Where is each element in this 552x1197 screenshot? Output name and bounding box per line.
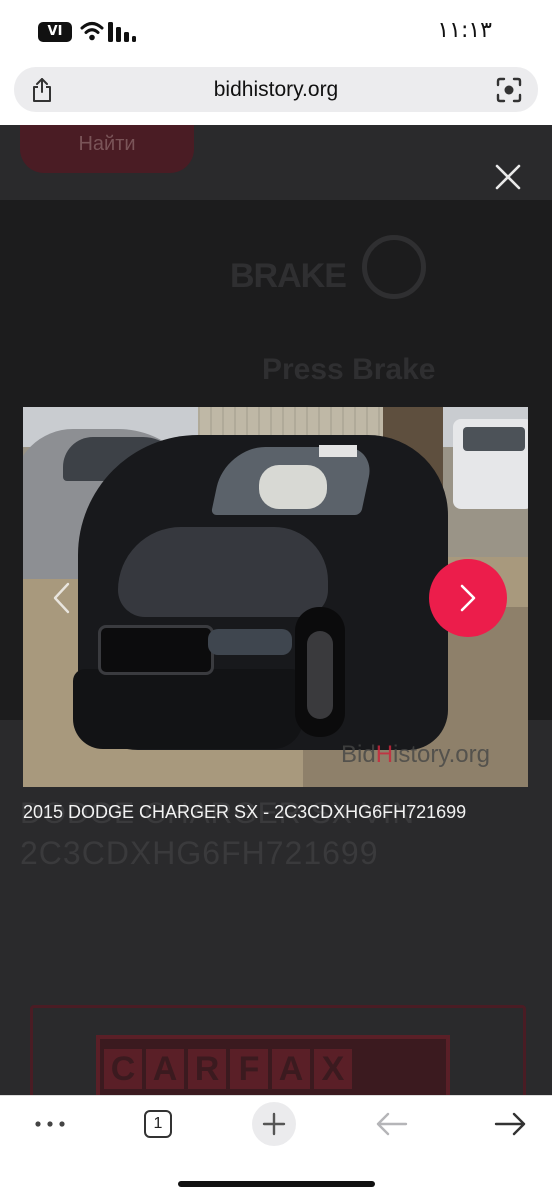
tabs-button[interactable]: 1 xyxy=(144,1110,172,1138)
forward-arrow-icon[interactable] xyxy=(492,1112,528,1136)
background-sign-circle xyxy=(362,235,426,299)
next-image-button[interactable] xyxy=(429,559,507,637)
status-bar: VI ١١:١٣ xyxy=(0,0,552,62)
photo-hood xyxy=(118,527,328,617)
photo-front-rim xyxy=(307,631,333,719)
photo-windshield-sticker xyxy=(319,445,357,457)
wifi-icon xyxy=(80,22,104,41)
carfax-letter: A xyxy=(272,1049,310,1089)
background-vin: 2C3CDXHG6FH721699 xyxy=(20,835,379,871)
back-arrow-icon[interactable] xyxy=(374,1112,410,1136)
photo-deployed-airbag xyxy=(259,465,327,509)
photo-grille xyxy=(98,625,214,675)
carfax-letter: A xyxy=(146,1049,184,1089)
address-bar[interactable]: bidhistory.org xyxy=(14,67,538,112)
previous-image-arrow-icon[interactable] xyxy=(50,581,72,615)
photo-caption: 2015 DODGE CHARGER SX - 2C3CDXHG6FH72169… xyxy=(23,802,467,822)
carfax-letter: F xyxy=(230,1049,268,1089)
watermark-suffix: istory.org xyxy=(393,741,490,768)
carfax-letter: R xyxy=(188,1049,226,1089)
home-indicator xyxy=(178,1181,375,1187)
more-options-icon[interactable] xyxy=(34,1114,66,1134)
close-icon[interactable] xyxy=(494,163,522,191)
new-tab-button[interactable] xyxy=(252,1102,296,1146)
clock: ١١:١٣ xyxy=(437,18,492,43)
carfax-letter: X xyxy=(314,1049,352,1089)
page-content: Найти BRAKE Press Brake DODGE CHARGER SX… xyxy=(0,125,552,1095)
photo-white-suv-window xyxy=(463,427,525,451)
sim-badge: VI xyxy=(38,22,72,42)
watermark-highlight: H xyxy=(375,741,394,768)
browser-toolbar: 1 xyxy=(0,1095,552,1197)
background-sign-brake: BRAKE xyxy=(230,257,347,295)
photo-front-bumper xyxy=(73,669,303,749)
watermark-prefix: Bid xyxy=(341,741,376,768)
photo-headlight xyxy=(208,629,292,655)
url-text[interactable]: bidhistory.org xyxy=(14,78,538,102)
photo-watermark: BidHistory.org xyxy=(341,741,490,769)
plus-icon xyxy=(262,1112,286,1136)
signal-bars-icon xyxy=(108,22,136,42)
search-button: Найти xyxy=(20,125,194,173)
carfax-logo: CARFAX xyxy=(96,1035,450,1095)
page-scan-icon[interactable] xyxy=(496,77,522,103)
carfax-letter: C xyxy=(104,1049,142,1089)
chevron-right-icon xyxy=(460,584,476,612)
background-sign-press: Press Brake xyxy=(262,353,436,386)
